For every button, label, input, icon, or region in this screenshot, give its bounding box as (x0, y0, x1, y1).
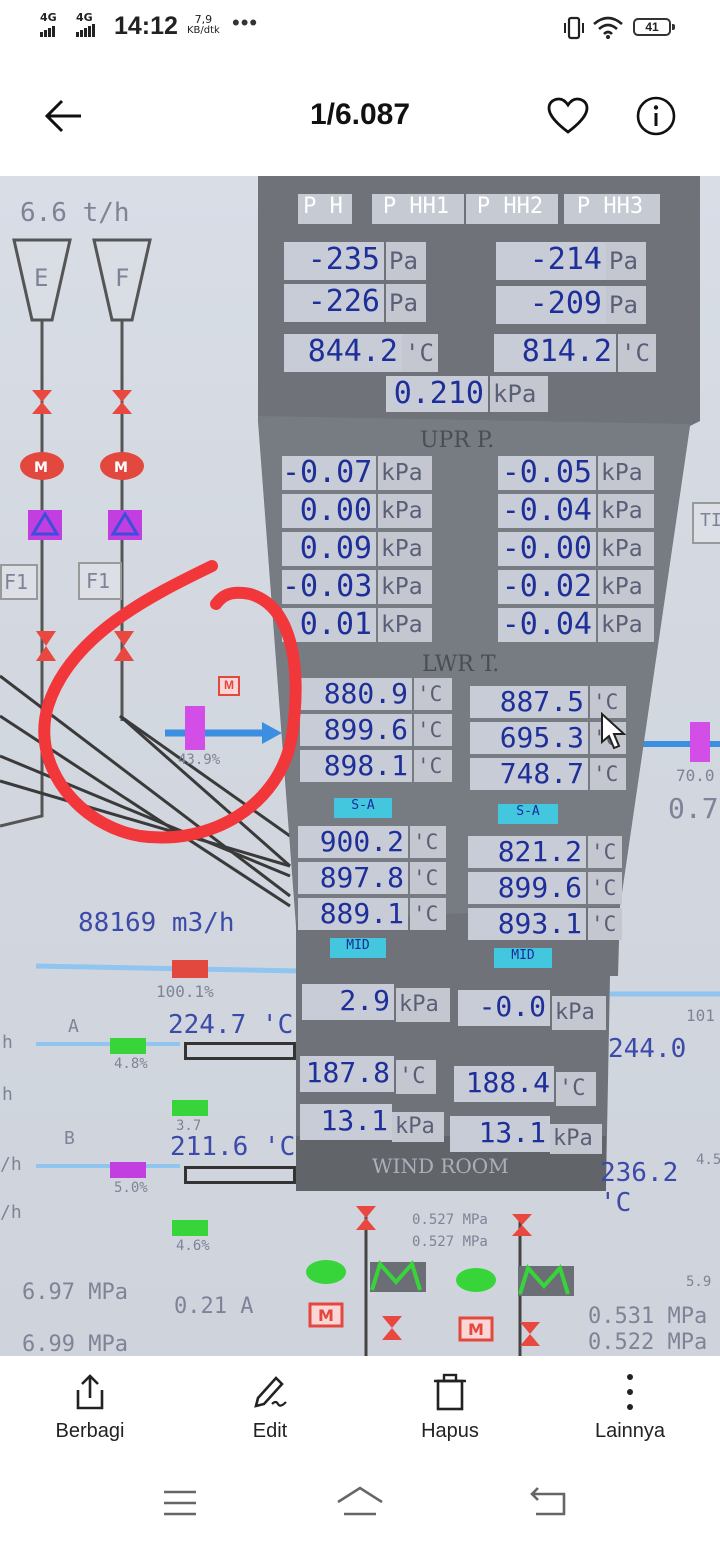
clock: 14:12 (114, 12, 178, 40)
delete-label: Hapus (421, 1420, 479, 1442)
edit-button[interactable]: Edit (180, 1356, 360, 1466)
bottom-toolbar: Berbagi Edit Hapus Lainnya (0, 1356, 720, 1466)
annotation-circle (38, 560, 302, 844)
mouse-cursor-icon (601, 712, 626, 750)
edit-label: Edit (252, 1420, 288, 1442)
speed-value: 7,9 (194, 13, 213, 26)
home-icon[interactable] (336, 1484, 384, 1520)
image-counter-title: 1/6.087 (309, 98, 411, 131)
share-icon (76, 1374, 104, 1410)
system-navigation-bar (0, 1466, 720, 1544)
signal-icon (40, 23, 56, 37)
more-notifications-icon: ••• (232, 10, 259, 35)
status-bar: 4G 4G 14:12 7,9 KB/dtk ••• 41 (0, 0, 720, 56)
network-indicator-2: 4G (76, 12, 96, 37)
trash-icon (434, 1373, 466, 1411)
share-label: Berbagi (55, 1420, 125, 1442)
heart-icon[interactable] (546, 96, 590, 136)
wifi-icon (593, 16, 623, 39)
battery-icon: 41 (633, 18, 675, 36)
photo-content[interactable]: E F 6.6 t/h M M F1 F1 M 43.9% P H P HH1 … (0, 176, 720, 1356)
more-vertical-icon (627, 1374, 633, 1410)
signal-icon (76, 23, 96, 37)
share-button[interactable]: Berbagi (0, 1356, 180, 1466)
network-type-label: 4G (76, 11, 93, 24)
network-speed: 7,9 KB/dtk (187, 14, 220, 36)
more-label: Lainnya (594, 1420, 666, 1442)
back-icon[interactable] (530, 1486, 568, 1518)
network-type-label: 4G (40, 11, 57, 24)
speed-unit: KB/dtk (187, 25, 220, 36)
network-indicator-1: 4G (40, 12, 57, 37)
delete-button[interactable]: Hapus (360, 1356, 540, 1466)
menu-icon[interactable] (162, 1488, 198, 1518)
edit-pencil-icon (254, 1376, 287, 1408)
info-icon[interactable] (635, 95, 677, 137)
more-button[interactable]: Lainnya (540, 1356, 720, 1466)
vibrate-icon (564, 16, 584, 40)
